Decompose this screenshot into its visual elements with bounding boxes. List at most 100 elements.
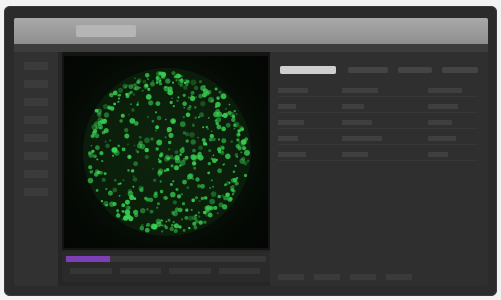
cell-speckle bbox=[225, 107, 227, 110]
table-row[interactable] bbox=[278, 102, 478, 113]
cell-speckle bbox=[205, 213, 209, 217]
table-row[interactable] bbox=[278, 150, 478, 161]
cell-speckle bbox=[209, 198, 216, 205]
app-window bbox=[14, 18, 488, 286]
panel-button[interactable] bbox=[314, 274, 340, 280]
cell-speckle bbox=[223, 163, 226, 166]
tool-button[interactable] bbox=[24, 98, 48, 106]
cell-speckle bbox=[96, 112, 102, 117]
cell-speckle bbox=[221, 138, 227, 144]
panel-buttons bbox=[278, 274, 478, 282]
cell-speckle bbox=[124, 128, 129, 133]
cell-speckle bbox=[212, 154, 215, 157]
cell-speckle bbox=[236, 138, 240, 142]
cell-speckle bbox=[190, 139, 196, 145]
cell-speckle bbox=[144, 196, 148, 200]
cell-speckle bbox=[151, 119, 155, 123]
cell-speckle bbox=[95, 189, 99, 192]
cell-speckle bbox=[113, 178, 117, 182]
tab[interactable] bbox=[398, 67, 432, 73]
cell-speckle bbox=[212, 137, 216, 142]
tool-button[interactable] bbox=[24, 152, 48, 160]
cell-speckle bbox=[133, 144, 136, 147]
cell-speckle bbox=[207, 171, 211, 175]
cell-speckle bbox=[138, 135, 142, 139]
tool-button[interactable] bbox=[24, 188, 48, 196]
table-row[interactable] bbox=[278, 86, 478, 97]
cell-speckle bbox=[144, 147, 149, 153]
cell-speckle bbox=[218, 90, 222, 94]
cell-speckle bbox=[192, 221, 197, 226]
cell-speckle bbox=[172, 105, 175, 108]
cell-speckle bbox=[225, 122, 231, 128]
cell-speckle bbox=[238, 133, 241, 137]
cell-speckle bbox=[178, 79, 181, 82]
cell-speckle bbox=[144, 73, 150, 78]
cell-speckle bbox=[91, 149, 95, 153]
cell-speckle bbox=[155, 125, 159, 130]
cell-speckle bbox=[121, 203, 126, 208]
cell-speckle bbox=[215, 117, 222, 123]
status-field bbox=[218, 268, 260, 274]
cell-speckle bbox=[147, 78, 149, 81]
tool-button[interactable] bbox=[24, 170, 48, 178]
cell-speckle bbox=[227, 196, 233, 202]
image-viewer[interactable] bbox=[62, 52, 270, 250]
tab[interactable] bbox=[442, 67, 478, 73]
cell-speckle bbox=[103, 112, 110, 118]
cell-speckle bbox=[198, 215, 201, 218]
table-row[interactable] bbox=[278, 118, 478, 129]
cell-speckle bbox=[174, 165, 179, 171]
cell-speckle bbox=[148, 94, 152, 98]
cell-speckle bbox=[95, 145, 100, 151]
tool-button[interactable] bbox=[24, 80, 48, 88]
cell-speckle bbox=[232, 177, 238, 183]
cell-speckle bbox=[182, 93, 186, 97]
cell-speckle bbox=[130, 103, 132, 106]
cell-speckle bbox=[244, 149, 250, 156]
cell-speckle bbox=[194, 116, 198, 120]
cell-speckle bbox=[179, 153, 182, 156]
cell-speckle bbox=[185, 208, 189, 212]
cell-speckle bbox=[168, 140, 172, 145]
title-tab[interactable] bbox=[76, 25, 136, 37]
cell-speckle bbox=[146, 208, 149, 211]
tab[interactable] bbox=[348, 67, 388, 73]
panel-button[interactable] bbox=[350, 274, 376, 280]
cell-speckle bbox=[198, 145, 203, 151]
cell-speckle bbox=[189, 132, 195, 138]
cell-speckle bbox=[225, 153, 231, 160]
cell-speckle bbox=[154, 129, 158, 132]
cell-speckle bbox=[204, 196, 208, 200]
cell-speckle bbox=[231, 117, 236, 122]
table-row[interactable] bbox=[278, 134, 478, 145]
tool-button[interactable] bbox=[24, 116, 48, 124]
cell-speckle bbox=[193, 106, 197, 109]
cell-speckle bbox=[117, 94, 120, 97]
status-field bbox=[70, 268, 112, 274]
cell-speckle bbox=[137, 101, 139, 104]
cell-speckle bbox=[180, 218, 184, 221]
cell-speckle bbox=[159, 189, 164, 194]
cell-speckle bbox=[199, 112, 205, 118]
cell-speckle bbox=[236, 177, 239, 179]
cell-speckle bbox=[191, 156, 197, 162]
cell-speckle bbox=[129, 194, 135, 201]
cell-speckle bbox=[195, 96, 197, 99]
panel-button[interactable] bbox=[278, 274, 304, 280]
cell-speckle bbox=[127, 154, 132, 159]
tool-button[interactable] bbox=[24, 62, 48, 70]
cell-speckle bbox=[124, 133, 130, 139]
tool-button[interactable] bbox=[24, 134, 48, 142]
cell-speckle bbox=[179, 164, 182, 167]
cell-speckle bbox=[127, 143, 129, 146]
menu-bar[interactable] bbox=[14, 44, 488, 52]
cell-speckle bbox=[105, 143, 110, 148]
cell-speckle bbox=[171, 97, 174, 100]
panel-button[interactable] bbox=[386, 274, 412, 280]
cell-speckle bbox=[171, 71, 176, 76]
cell-speckle bbox=[112, 154, 114, 157]
tab-active[interactable] bbox=[280, 66, 336, 74]
cell-speckle bbox=[240, 127, 245, 132]
cell-speckle bbox=[173, 75, 177, 79]
